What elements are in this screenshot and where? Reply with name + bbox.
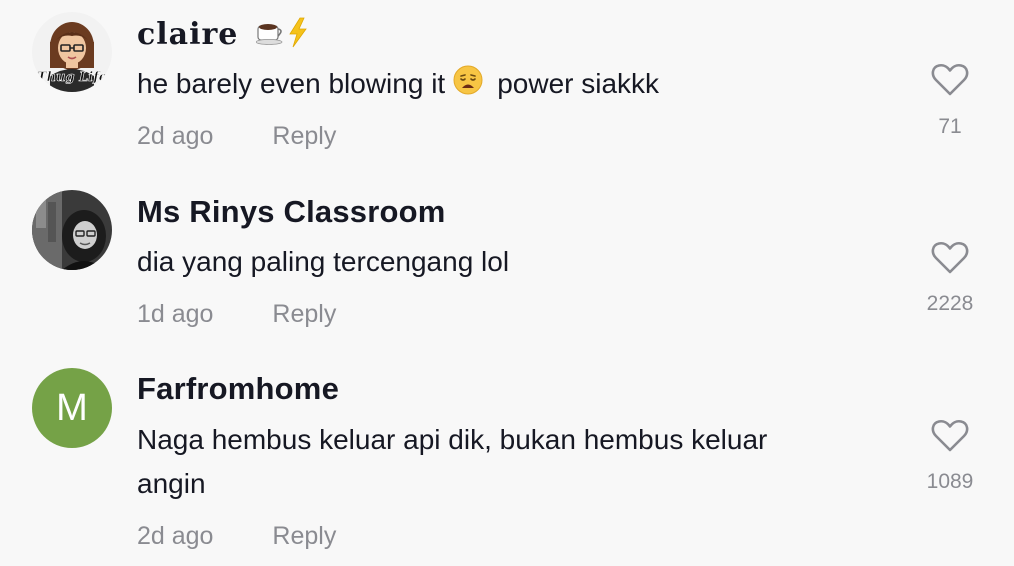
comment-text: Naga hembus keluar api dik, bukan hembus… (137, 418, 867, 506)
comment-text-line: Naga hembus keluar api dik, bukan hembus… (137, 424, 768, 455)
reply-button[interactable]: Reply (272, 522, 336, 550)
comment-text-line: angin (137, 468, 206, 499)
timestamp: 2d ago (137, 522, 214, 550)
like-count: 1089 (926, 470, 974, 493)
comment-username[interactable]: Farfromhome (137, 371, 339, 407)
comment-meta: 2d ago Reply (137, 522, 336, 551)
heart-outline-icon[interactable] (931, 419, 969, 453)
avatar-initial: M (56, 387, 88, 429)
comment-item: M Farfromhome Naga hembus keluar api dik… (0, 0, 1014, 566)
avatar[interactable]: M (32, 368, 112, 448)
